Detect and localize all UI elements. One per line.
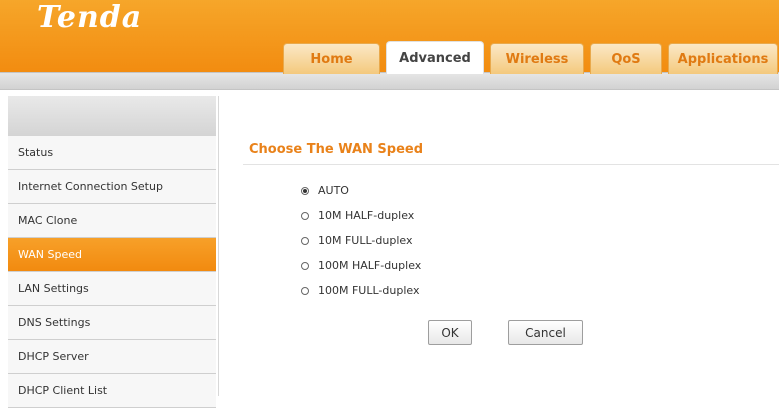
option-auto[interactable]: AUTO [301,184,349,197]
header: Tenda Home Advanced Wireless QoS Applica… [0,0,779,90]
ok-button[interactable]: OK [428,320,472,345]
tab-home[interactable]: Home [283,43,380,74]
option-10m-half[interactable]: 10M HALF-duplex [301,209,414,222]
option-100m-half[interactable]: 100M HALF-duplex [301,259,421,272]
option-10m-full[interactable]: 10M FULL-duplex [301,234,412,247]
tab-advanced[interactable]: Advanced [386,41,484,74]
sidebar-item-internet-connection-setup[interactable]: Internet Connection Setup [8,170,216,204]
radio-100m-half[interactable] [301,261,309,270]
option-label: 10M FULL-duplex [318,234,413,247]
sidebar-item-dns-settings[interactable]: DNS Settings [8,306,216,340]
sidebar-item-wan-speed[interactable]: WAN Speed [8,238,216,272]
option-label: 100M HALF-duplex [318,259,422,272]
sidebar-item-lan-settings[interactable]: LAN Settings [8,272,216,306]
page-title: Choose The WAN Speed [249,142,424,157]
tab-applications[interactable]: Applications [668,43,778,74]
sidebar-item-dhcp-client-list[interactable]: DHCP Client List [8,374,216,408]
content-panel: Choose The WAN Speed AUTO 10M HALF-duple… [218,96,779,396]
option-100m-full[interactable]: 100M FULL-duplex [301,284,419,297]
sidebar-header [8,96,216,136]
option-label: 100M FULL-duplex [318,284,420,297]
sidebar: Status Internet Connection Setup MAC Clo… [8,96,216,408]
title-divider [243,164,779,165]
tab-wireless[interactable]: Wireless [490,43,584,74]
radio-10m-full[interactable] [301,236,309,245]
tenda-logo: Tenda [37,0,143,35]
main-tabs: Home Advanced Wireless QoS Applications [283,41,778,74]
sidebar-item-dhcp-server[interactable]: DHCP Server [8,340,216,374]
radio-10m-half[interactable] [301,211,309,220]
option-label: AUTO [318,184,349,197]
cancel-button[interactable]: Cancel [508,320,583,345]
option-label: 10M HALF-duplex [318,209,415,222]
radio-auto[interactable] [301,186,309,195]
sidebar-item-mac-clone[interactable]: MAC Clone [8,204,216,238]
tab-qos[interactable]: QoS [590,43,662,74]
radio-100m-full[interactable] [301,286,309,295]
sidebar-item-status[interactable]: Status [8,136,216,170]
header-divider [0,72,779,90]
